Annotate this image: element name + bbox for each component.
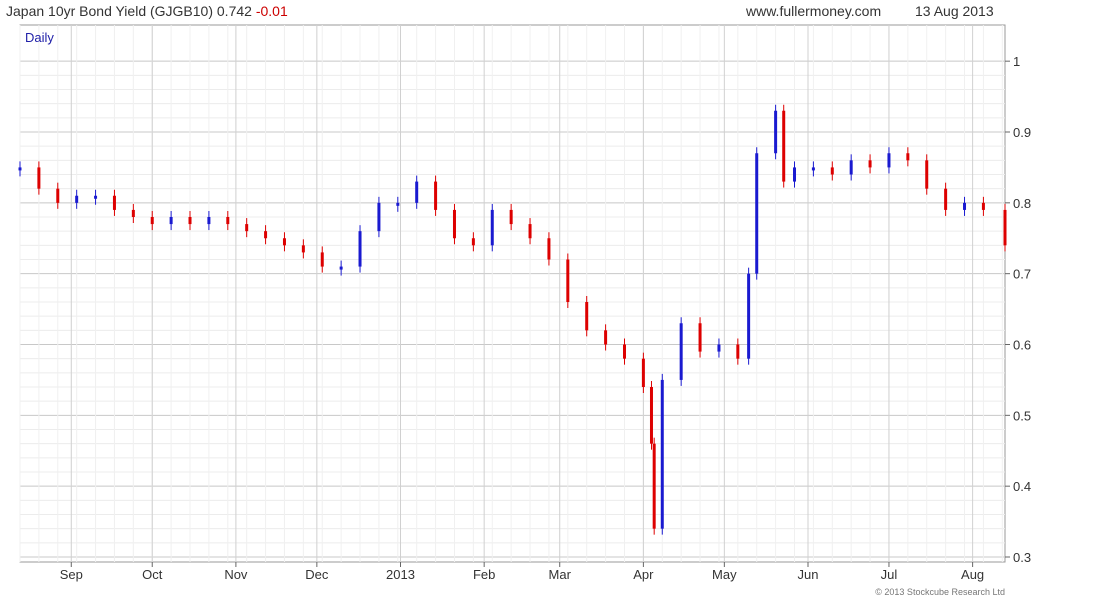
price-candle <box>811 167 815 171</box>
price-candle <box>320 252 324 267</box>
price-candle <box>652 443 656 529</box>
y-tick-label: 0.9 <box>1013 125 1031 140</box>
price-candle <box>75 195 79 203</box>
chart-date: 13 Aug 2013 <box>915 3 994 19</box>
price-candle <box>782 110 786 182</box>
x-tick-label: Oct <box>142 567 163 582</box>
price-candle <box>528 224 532 239</box>
price-candle <box>509 209 513 225</box>
price-candle <box>415 181 419 203</box>
change-value: -0.01 <box>256 3 288 19</box>
price-candle <box>906 153 910 161</box>
price-candle <box>755 153 759 274</box>
chart: Japan 10yr Bond Yield (GJGB10) 0.742 -0.… <box>6 3 1031 597</box>
price-candle <box>490 209 494 246</box>
price-candle <box>925 160 929 189</box>
price-candle <box>547 238 551 260</box>
plot-frame <box>19 24 1006 563</box>
price-candle <box>660 379 664 529</box>
price-candle <box>717 344 721 352</box>
x-tick-label: Aug <box>961 567 984 582</box>
price-candle <box>566 259 570 302</box>
y-tick-label: 0.4 <box>1013 479 1031 494</box>
price-candle <box>679 323 683 380</box>
price-candle <box>94 195 98 199</box>
x-tick-label: Apr <box>633 567 654 582</box>
price-candle <box>188 217 192 225</box>
price-candle <box>1003 209 1007 246</box>
x-tick-label: Jun <box>798 567 819 582</box>
price-candle <box>131 209 135 217</box>
x-tick-label: Sep <box>60 567 83 582</box>
title-text: Japan 10yr Bond Yield (GJGB10) 0.742 <box>6 3 252 19</box>
y-tick-label: 0.6 <box>1013 338 1031 353</box>
price-candle <box>37 167 41 189</box>
x-tick-label: Mar <box>549 567 572 582</box>
y-tick-label: 0.8 <box>1013 196 1031 211</box>
price-candle <box>830 167 834 175</box>
price-candle <box>793 167 797 182</box>
price-candle <box>434 181 438 210</box>
price-candle <box>887 153 891 168</box>
price-candle <box>641 358 645 387</box>
y-axis: 0.3 0.4 0.5 0.6 0.7 0.8 0.9 1 <box>1005 54 1031 565</box>
price-candle <box>56 188 60 203</box>
y-tick-label: 0.5 <box>1013 408 1031 423</box>
price-candle <box>339 266 343 270</box>
price-candle <box>377 202 381 232</box>
x-tick-label: Dec <box>305 567 329 582</box>
price-candle <box>944 188 948 210</box>
price-candle <box>282 238 286 246</box>
y-tick-label: 0.7 <box>1013 267 1031 282</box>
price-candle <box>358 231 362 267</box>
x-axis: Sep Oct Nov Dec 2013 Feb Mar Apr May Jun Jul Aug <box>60 562 984 582</box>
y-tick-label: 1 <box>1013 54 1020 69</box>
price-candle <box>747 273 751 359</box>
price-candle <box>18 167 22 171</box>
price-candle <box>622 344 626 359</box>
price-candle <box>301 245 305 253</box>
price-candle <box>452 209 456 239</box>
price-candle <box>849 160 853 175</box>
price-candle <box>471 238 475 246</box>
source-site: www.fullermoney.com <box>745 3 881 19</box>
price-candle <box>963 202 967 210</box>
x-tick-label: 2013 <box>386 567 415 582</box>
copyright-text: © 2013 Stockcube Research Ltd <box>875 587 1005 597</box>
price-candle <box>112 195 116 210</box>
x-tick-label: Feb <box>473 567 495 582</box>
price-candle <box>150 217 154 225</box>
price-candle <box>245 224 249 232</box>
chart-title: Japan 10yr Bond Yield (GJGB10) 0.742 -0.… <box>6 3 288 19</box>
price-candle <box>981 202 985 210</box>
price-candle <box>649 387 653 444</box>
price-candle <box>604 330 608 345</box>
price-candle <box>736 344 740 359</box>
price-candle <box>698 323 702 352</box>
price-candle <box>585 302 589 331</box>
price-candle <box>207 217 211 225</box>
x-tick-label: Jul <box>881 567 898 582</box>
price-candle <box>169 217 173 225</box>
price-candle <box>774 110 778 154</box>
price-candle <box>396 202 400 206</box>
y-tick-label: 0.3 <box>1013 550 1031 565</box>
price-candle <box>226 217 230 225</box>
x-tick-label: Nov <box>224 567 248 582</box>
x-tick-label: May <box>712 567 737 582</box>
price-candle <box>264 231 268 239</box>
period-label: Daily <box>25 30 54 45</box>
price-candle <box>868 160 872 168</box>
